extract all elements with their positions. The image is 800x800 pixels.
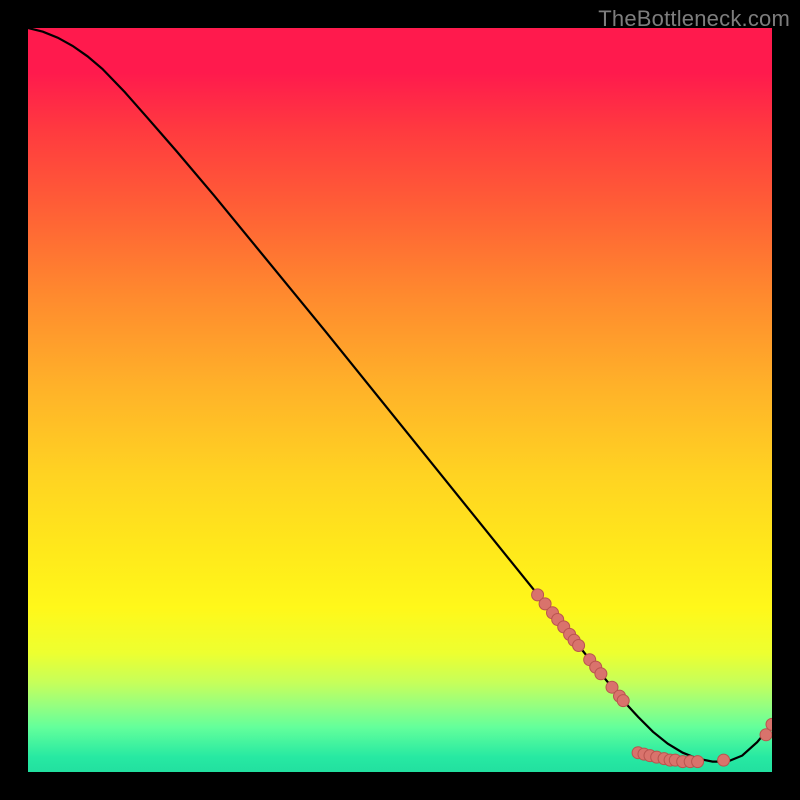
watermark-text: TheBottleneck.com <box>598 6 790 32</box>
data-point <box>692 756 704 768</box>
data-point <box>573 640 585 652</box>
plot-area <box>28 28 772 772</box>
curve-layer <box>28 28 772 772</box>
data-point <box>595 668 607 680</box>
chart-stage: TheBottleneck.com <box>0 0 800 800</box>
data-markers <box>532 589 772 768</box>
bottleneck-curve <box>28 28 772 762</box>
data-point <box>617 695 629 707</box>
data-point <box>718 754 730 766</box>
